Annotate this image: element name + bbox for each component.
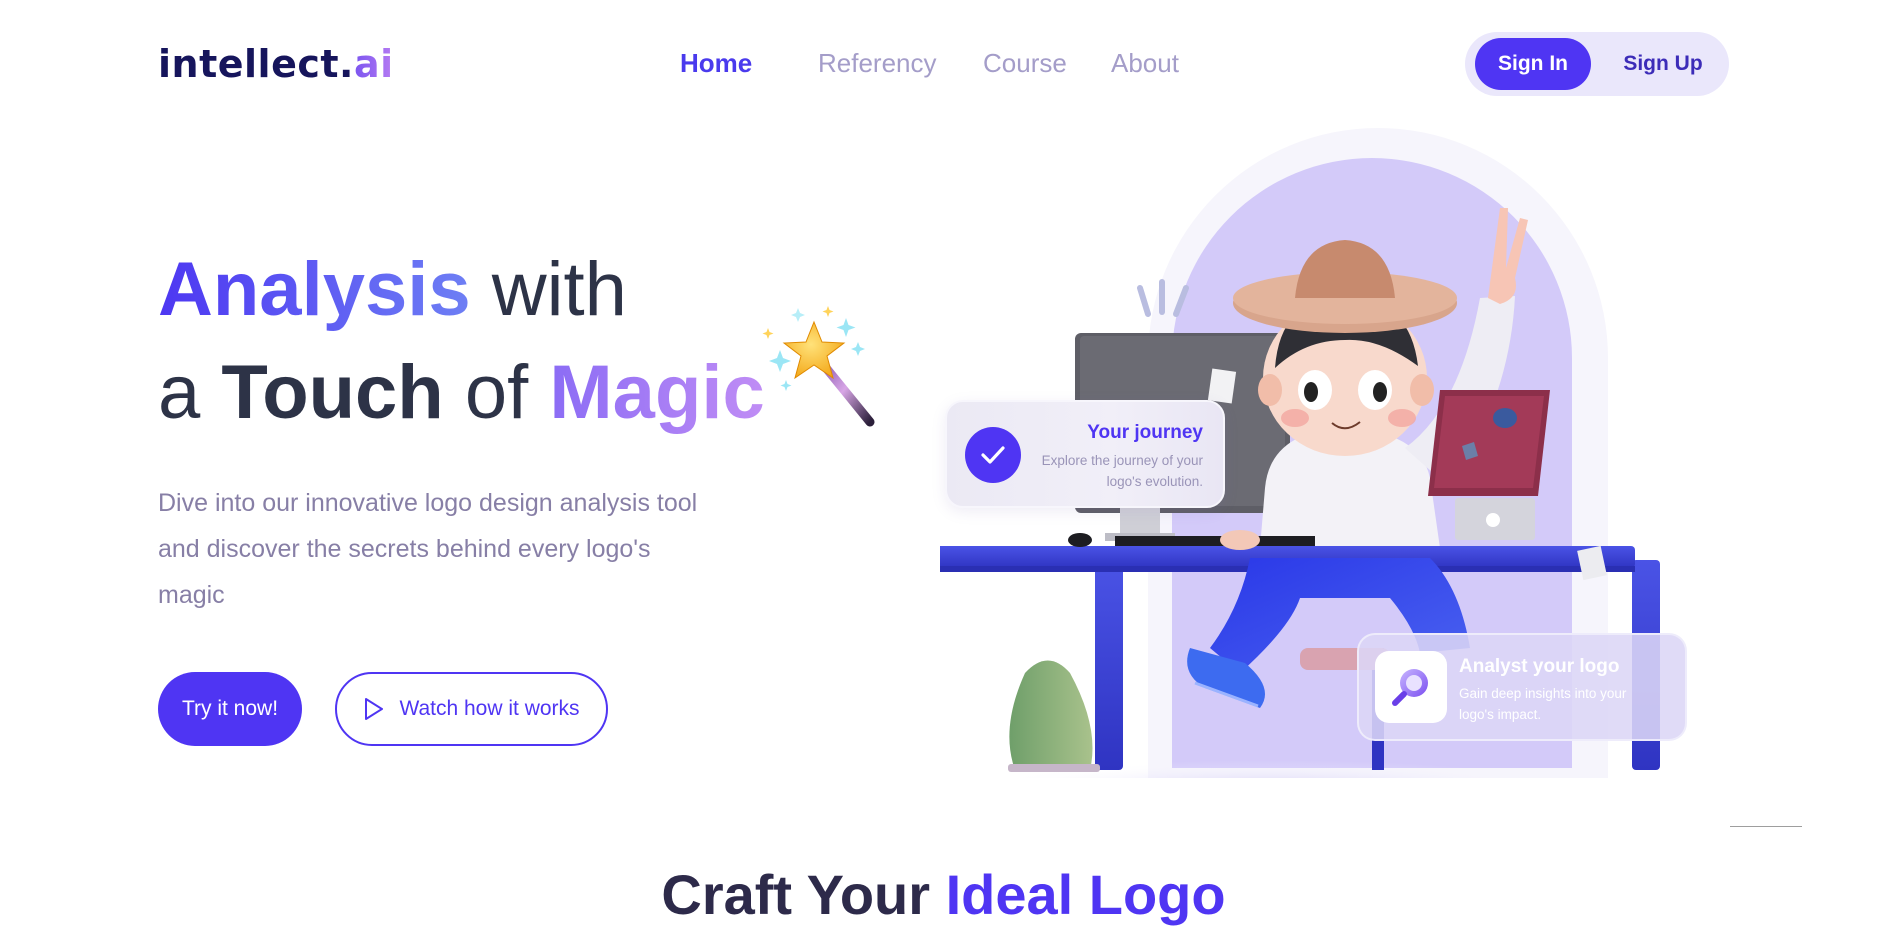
hero-description: Dive into our innovative logo design ana… — [158, 489, 698, 609]
nav-item-course[interactable]: Course — [983, 48, 1067, 79]
analyst-logo-card[interactable]: Analyst your logo Gain deep insights int… — [1357, 633, 1687, 741]
brand-logo[interactable]: intellect.ai — [158, 42, 394, 86]
brand-name: intellect — [158, 42, 340, 86]
hero-headline-line-1: Analysis with — [158, 252, 627, 328]
hero-headline-line-2: a Touch of Magic — [158, 355, 765, 431]
sign-in-button[interactable]: Sign In — [1475, 38, 1591, 90]
magnifier-icon — [1375, 651, 1447, 723]
nav-item-home[interactable]: Home — [680, 48, 752, 79]
brand-suffix: ai — [353, 42, 394, 86]
headline-of: of — [464, 350, 529, 435]
section-title-part-2: Ideal Logo — [945, 863, 1226, 926]
your-journey-card[interactable]: Your journey Explore the journey of your… — [945, 400, 1225, 508]
try-it-now-button[interactable]: Try it now! — [158, 672, 302, 746]
sign-up-button[interactable]: Sign Up — [1605, 38, 1721, 90]
nav-item-about[interactable]: About — [1111, 48, 1179, 79]
analyst-card-title: Analyst your logo — [1459, 656, 1620, 677]
section-title: Craft Your Ideal Logo — [0, 862, 1887, 927]
auth-toggle: Sign In Sign Up — [1465, 32, 1729, 96]
divider-line — [1730, 826, 1802, 827]
play-icon — [365, 698, 384, 720]
journey-card-title: Your journey — [1087, 422, 1203, 443]
headline-touch: Touch — [221, 350, 444, 435]
watch-how-it-works-button[interactable]: Watch how it works — [335, 672, 608, 746]
magic-wand-icon — [762, 306, 875, 427]
analyst-card-subtitle: Gain deep insights into your logo's impa… — [1459, 686, 1627, 722]
brand-dot: . — [339, 42, 354, 86]
headline-with: with — [491, 247, 627, 332]
section-title-part-1: Craft Your — [661, 863, 931, 926]
journey-card-subtitle: Explore the journey of your logo's evolu… — [1041, 453, 1203, 489]
landing-page: intellect.ai Home Referency Course About… — [0, 0, 1887, 940]
nav-item-referency[interactable]: Referency — [818, 48, 937, 79]
headline-magic: Magic — [549, 350, 765, 435]
headline-analysis: Analysis — [158, 247, 471, 332]
watch-label: Watch how it works — [399, 697, 580, 720]
headline-a: a — [158, 350, 201, 435]
